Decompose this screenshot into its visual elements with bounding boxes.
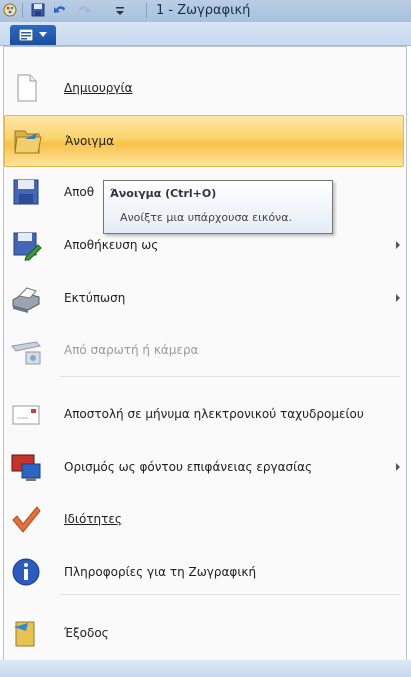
- save-icon[interactable]: [30, 2, 46, 18]
- menu-item-exit[interactable]: Έξοδος: [4, 608, 402, 658]
- qat-separator: [22, 3, 23, 18]
- window-title: 1 - Ζωγραφική: [156, 3, 251, 18]
- open-folder-icon: [14, 130, 42, 154]
- menu-item-about[interactable]: Πληροφορίες για τη Ζωγραφική: [4, 547, 402, 597]
- menu-divider: [60, 594, 400, 595]
- paint-app-icon[interactable]: [2, 2, 18, 18]
- menu-item-label: Εκτύπωση: [64, 291, 126, 305]
- tooltip-description: Ανοίξτε μια υπάρχουσα εικόνα.: [120, 211, 292, 224]
- checkmark-icon: [12, 506, 41, 533]
- menu-item-label: Δημιουργία: [64, 81, 133, 95]
- desktop-background-icon: [11, 454, 41, 481]
- menu-item-label: Πληροφορίες για τη Ζωγραφική: [64, 565, 257, 579]
- application-menu-button[interactable]: [10, 25, 56, 45]
- chevron-down-icon: [39, 32, 47, 37]
- menu-item-label: Από σαρωτή ή κάμερα: [64, 343, 199, 357]
- menu-item-email[interactable]: Αποστολή σε μήνυμα ηλεκτρονικού ταχυδρομ…: [4, 389, 402, 439]
- menu-item-scanner[interactable]: Από σαρωτή ή κάμερα: [4, 325, 402, 375]
- menu-item-desktop-background[interactable]: Ορισμός ως φόντου επιφάνειας εργασίας: [4, 442, 402, 492]
- menu-item-properties[interactable]: Ιδιότητες: [4, 494, 402, 544]
- menu-item-label: Αποστολή σε μήνυμα ηλεκτρονικού ταχυδρομ…: [64, 407, 364, 421]
- menu-icon: [19, 29, 33, 41]
- submenu-arrow-icon: [396, 463, 400, 471]
- menu-item-label: Ορισμός ως φόντου επιφάνειας εργασίας: [64, 460, 313, 474]
- submenu-arrow-icon: [396, 241, 400, 249]
- menu-item-label: Ιδιότητες: [64, 512, 122, 526]
- title-separator: [146, 3, 147, 18]
- title-bar: 1 - Ζωγραφική: [0, 0, 411, 22]
- save-as-icon: [13, 232, 42, 261]
- save-disk-icon: [13, 179, 39, 205]
- printer-icon: [12, 287, 40, 313]
- tooltip-title: Άνοιγμα (Ctrl+O): [110, 187, 217, 200]
- tooltip: Άνοιγμα (Ctrl+O) Ανοίξτε μια υπάρχουσα ε…: [103, 180, 333, 234]
- menu-divider: [60, 376, 400, 377]
- ribbon-bar: [0, 22, 411, 46]
- menu-item-print[interactable]: Εκτύπωση: [4, 273, 402, 323]
- submenu-arrow-icon: [396, 294, 400, 302]
- exit-icon: [14, 621, 35, 647]
- email-icon: [12, 405, 40, 425]
- scanner-icon: [11, 341, 42, 365]
- menu-footer: [0, 660, 411, 677]
- menu-item-open[interactable]: Άνοιγμα: [4, 115, 404, 167]
- new-document-icon: [17, 74, 37, 102]
- menu-item-label: Αποθ: [64, 185, 95, 199]
- info-icon: [12, 558, 40, 586]
- menu-item-new[interactable]: Δημιουργία: [4, 63, 402, 113]
- menu-item-label: Άνοιγμα: [65, 134, 115, 148]
- menu-item-label: Έξοδος: [64, 626, 109, 640]
- customize-qat-icon[interactable]: [112, 2, 128, 18]
- redo-icon[interactable]: [76, 2, 92, 18]
- menu-item-label: Αποθήκευση ως: [64, 238, 159, 252]
- undo-icon[interactable]: [52, 2, 68, 18]
